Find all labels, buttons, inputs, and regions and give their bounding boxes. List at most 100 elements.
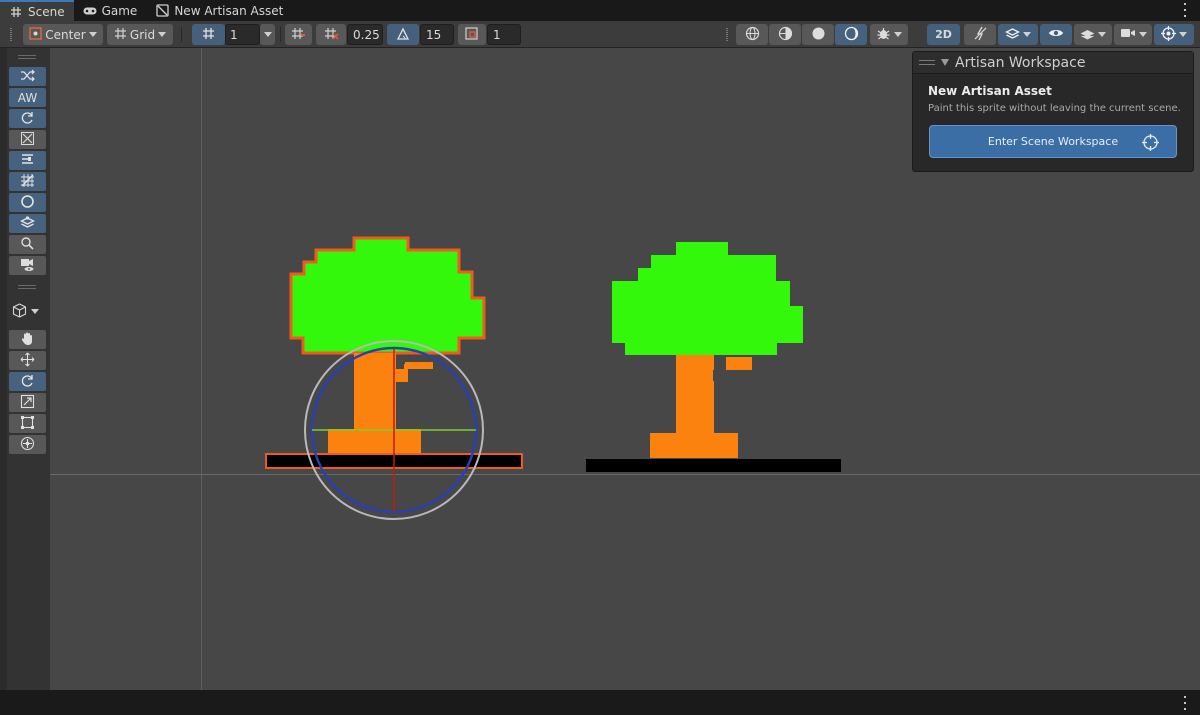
handle-label: Grid — [129, 27, 156, 42]
tab-scene[interactable]: Scene — [0, 0, 74, 21]
snap-increment-field[interactable]: 0.25 — [347, 24, 383, 45]
scale-tool-button[interactable] — [9, 393, 46, 412]
circle-icon — [20, 194, 35, 212]
zoom-tool-button[interactable] — [9, 235, 46, 254]
pivot-label: Center — [45, 27, 86, 42]
wireframe-sphere-icon — [745, 26, 760, 44]
toolbar-grip[interactable] — [10, 28, 12, 41]
tab-bar: Scene Game New Artisan Asset — [0, 0, 1200, 21]
trunk-notch — [397, 356, 405, 364]
handle-dropdown[interactable]: Grid — [107, 24, 173, 45]
chevron-down-icon — [1023, 32, 1031, 37]
drag-handle-icon[interactable] — [919, 60, 935, 65]
unlit-toggle[interactable] — [835, 24, 867, 45]
artisan-workspace-button[interactable]: AW — [9, 88, 46, 107]
tab-label: Game — [101, 3, 138, 18]
tab-new-artisan-asset[interactable]: New Artisan Asset — [146, 0, 292, 21]
tree-sprite[interactable] — [586, 242, 841, 472]
chevron-down-icon — [88, 32, 97, 37]
camera-icon — [1120, 27, 1136, 42]
mode-2d-toggle[interactable]: 2D — [927, 24, 960, 45]
chevron-down-icon — [894, 32, 902, 37]
grid-icon — [9, 5, 23, 19]
align-icon — [20, 152, 35, 170]
increment-snap-toggle[interactable] — [316, 24, 346, 45]
bug-icon — [876, 26, 891, 44]
rotate-transform-button[interactable] — [9, 372, 46, 391]
shuffle-tool-button[interactable] — [9, 67, 46, 86]
chevron-down-icon — [1179, 32, 1187, 37]
collapse-tool-button[interactable] — [9, 130, 46, 149]
grid-size-field[interactable]: 1 — [225, 24, 260, 45]
shaded-toggle[interactable] — [802, 24, 834, 45]
tools-grip[interactable] — [18, 55, 36, 59]
grid-snap-toggle[interactable] — [285, 24, 312, 45]
tool-context-dropdown[interactable] — [9, 302, 46, 321]
scale-snap-toggle[interactable] — [458, 24, 486, 45]
gamepad-icon — [83, 4, 97, 18]
rect-tool-button[interactable] — [9, 414, 46, 433]
layer-tool-button[interactable] — [9, 214, 46, 233]
layers-icon — [1080, 26, 1095, 44]
tab-menu-icon[interactable] — [1182, 3, 1188, 17]
lighting-toggle[interactable] — [964, 24, 996, 45]
tools-grip[interactable] — [18, 285, 36, 289]
trunk-notch — [713, 370, 726, 381]
camera-view-tool-button[interactable] — [9, 256, 46, 275]
gizmos-icon — [1161, 25, 1176, 44]
tab-label: New Artisan Asset — [174, 3, 284, 18]
asset-description: Paint this sprite without leaving the cu… — [928, 103, 1181, 114]
grid-icon — [202, 27, 215, 43]
effects-dropdown[interactable] — [998, 24, 1038, 45]
effects-layers-icon — [1005, 26, 1020, 44]
bottom-status-bar — [0, 690, 1200, 715]
left-gutter — [0, 48, 7, 690]
pivot-dropdown[interactable]: Center — [23, 24, 103, 45]
grid-size-dropdown[interactable] — [260, 24, 275, 45]
bottom-menu-icon[interactable] — [1182, 696, 1188, 710]
rotation-snap-field[interactable]: 15 — [420, 24, 454, 45]
hand-icon — [20, 331, 35, 349]
rotation-snap-icon — [396, 27, 411, 43]
grid-visibility-toggle[interactable] — [192, 24, 225, 45]
artisan-asset-icon — [155, 4, 169, 18]
grid-handle-icon — [114, 27, 127, 43]
lighting-off-icon — [973, 26, 988, 44]
tab-game[interactable]: Game — [74, 0, 147, 21]
scale-snap-field[interactable]: 1 — [487, 24, 521, 45]
chevron-down-icon — [263, 32, 272, 37]
enter-scene-workspace-button[interactable]: Enter Scene Workspace — [929, 125, 1177, 158]
scale-snap-icon — [465, 26, 479, 43]
align-tool-button[interactable] — [9, 151, 46, 170]
move-tool-button[interactable] — [9, 351, 46, 370]
unlit-sphere-icon — [844, 26, 859, 44]
scene-visibility-toggle[interactable] — [1040, 24, 1072, 45]
overlay-header[interactable]: Artisan Workspace — [913, 52, 1193, 74]
hand-tool-button[interactable] — [9, 330, 46, 349]
increment-snap-icon — [324, 27, 339, 43]
camera-dropdown[interactable] — [1114, 24, 1152, 45]
gizmos-dropdown[interactable] — [1154, 24, 1194, 45]
rotation-gizmo[interactable] — [304, 340, 484, 520]
grid-brush-tool-button[interactable] — [9, 172, 46, 191]
debug-draw-dropdown[interactable] — [870, 24, 908, 45]
move-arrows-icon — [20, 352, 35, 370]
collapse-triangle-icon[interactable] — [941, 59, 949, 66]
chevron-down-icon — [158, 32, 167, 37]
search-icon — [20, 236, 35, 254]
crosshair-icon — [1142, 134, 1159, 151]
snap-increment-value: 0.25 — [353, 27, 380, 42]
wireframe-toggle[interactable] — [736, 24, 768, 45]
layers-dropdown[interactable] — [1074, 24, 1112, 45]
transform-icon — [20, 436, 35, 454]
foliage — [612, 242, 803, 355]
rotation-snap-toggle[interactable] — [387, 24, 419, 45]
transform-tool-button[interactable] — [9, 435, 46, 454]
grid-size-value: 1 — [230, 27, 238, 42]
rotate-tool-button[interactable] — [9, 109, 46, 128]
chevron-down-icon — [31, 309, 39, 314]
mode-2d-label: 2D — [935, 28, 952, 41]
rotation-snap-value: 15 — [426, 27, 442, 42]
shape-tool-button[interactable] — [9, 193, 46, 212]
shaded-wireframe-toggle[interactable] — [769, 24, 801, 45]
